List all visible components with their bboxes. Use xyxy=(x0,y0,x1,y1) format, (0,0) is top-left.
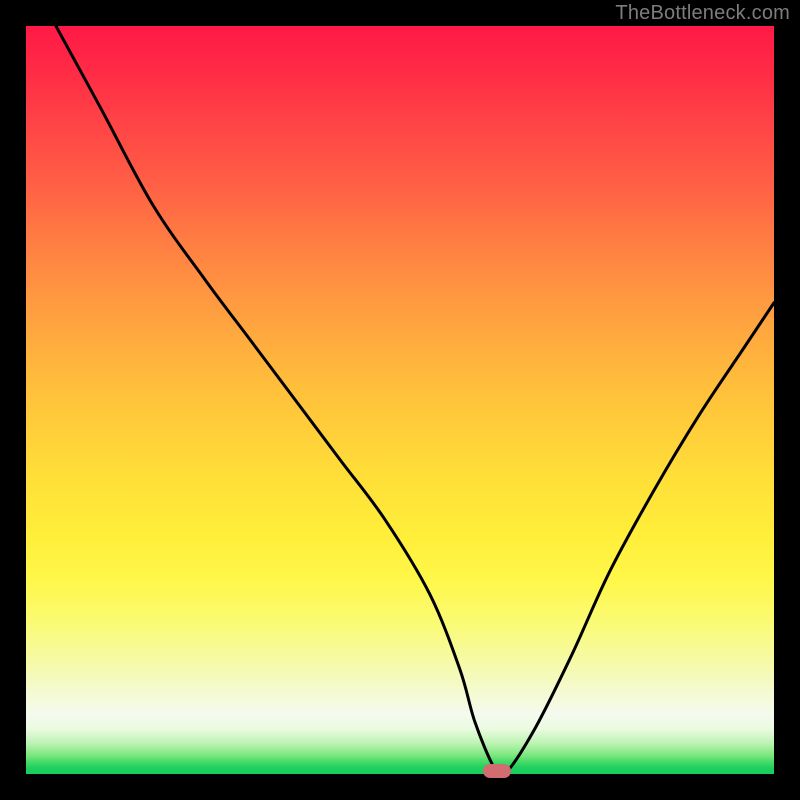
minimum-marker xyxy=(483,764,511,778)
curve-path xyxy=(56,26,774,774)
plot-area xyxy=(26,26,774,774)
chart-frame: TheBottleneck.com xyxy=(0,0,800,800)
bottleneck-curve xyxy=(26,26,774,774)
watermark-label: TheBottleneck.com xyxy=(615,2,790,25)
